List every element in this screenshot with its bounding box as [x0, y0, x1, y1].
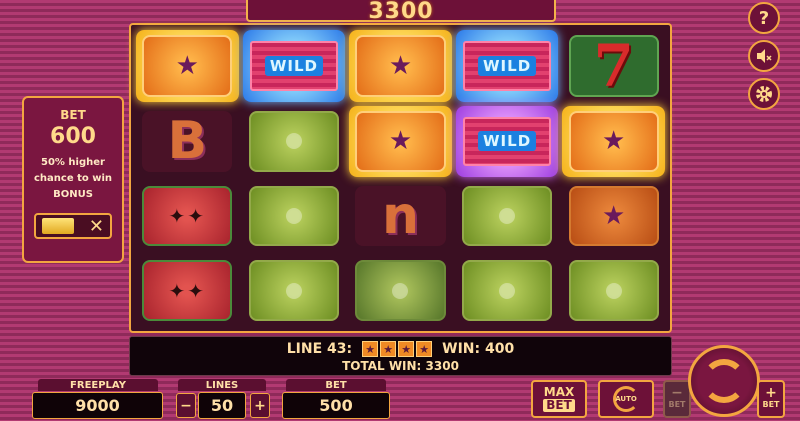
lines-decrease-button[interactable]: − [176, 393, 196, 418]
bet-minus-label: BET [668, 400, 686, 409]
reel-cell: ✦✦ [136, 181, 239, 252]
lines-label: LINES [178, 379, 266, 391]
star-fruit-icon: ★ [388, 51, 413, 81]
reel-cell: WILD [455, 30, 559, 102]
reel-cell [243, 181, 346, 252]
lines-increase-button[interactable]: + [250, 393, 270, 418]
bonus-desc-line1: 50% higher [41, 157, 105, 168]
bonus-bet-label: BET [60, 108, 86, 122]
reel-cell: ★ [562, 181, 665, 252]
bonus-bet-value: 600 [50, 124, 96, 149]
help-icon: ? [758, 7, 770, 29]
help-button[interactable]: ? [748, 2, 780, 34]
reel-cell: ★ [349, 106, 452, 177]
autoplay-button[interactable]: AUTO [598, 380, 654, 418]
lime-icon [285, 282, 302, 299]
sound-button[interactable] [748, 40, 780, 72]
bet-increase-button[interactable]: + BET [757, 380, 785, 418]
close-icon: ✕ [88, 215, 104, 237]
star-fruit-icon: ★ [362, 341, 379, 357]
lime-icon [605, 282, 622, 299]
max-bet-line2: BET [543, 399, 575, 412]
total-win-text: TOTAL WIN: 3300 [342, 359, 459, 373]
line-label: LINE 43: [286, 341, 353, 357]
wild-symbol: WILD [264, 55, 323, 76]
reel-cell: ★ [349, 30, 452, 102]
spin-button[interactable] [688, 345, 760, 417]
reel-cell: WILD [455, 106, 559, 177]
wild-symbol: WILD [478, 131, 537, 152]
plus-icon: + [765, 385, 777, 401]
letter-n-symbol: n [381, 185, 419, 246]
letter-b-symbol: B [167, 111, 208, 172]
bonus-bet-description: 50% higher chance to win BONUS [34, 155, 112, 203]
total-win-value: 3300 [368, 0, 434, 24]
kiwi-icon [392, 282, 409, 299]
minus-icon: − [671, 385, 683, 401]
lines-value: 50 [198, 392, 246, 419]
reel-cell: ★ [562, 106, 665, 177]
line-win: WIN: 400 [442, 341, 515, 357]
wild-symbol: WILD [478, 55, 537, 76]
toggle-knob [42, 218, 74, 234]
autoplay-icon: AUTO [613, 386, 639, 412]
reel-cell: ✦✦ [136, 255, 239, 326]
watermelon-icon: ✦✦ [168, 278, 207, 303]
max-bet-button[interactable]: MAX BET [531, 380, 587, 418]
lime-icon [285, 207, 302, 224]
reel-cell [243, 255, 346, 326]
watermelon-icon: ✦✦ [168, 203, 207, 228]
autoplay-label: AUTO [615, 395, 637, 403]
reel-cell: n [349, 181, 452, 252]
bet-label: BET [286, 379, 386, 391]
star-fruit-icon: ★ [398, 341, 415, 357]
star-fruit-icon: ★ [602, 126, 626, 157]
freeplay-label: FREEPLAY [38, 379, 158, 391]
speaker-muted-icon [757, 49, 772, 63]
bonus-desc-line2: chance to win [33, 173, 113, 184]
bet-value: 500 [282, 392, 390, 419]
lime-icon [499, 282, 516, 299]
reel-cell [456, 255, 559, 326]
star-fruit-icon: ★ [388, 126, 413, 157]
star-fruit-icon: ★ [602, 200, 626, 231]
reel-cell: WILD [242, 30, 346, 102]
bet-plus-label: BET [762, 400, 780, 409]
spin-icon [702, 359, 746, 403]
reel-cell: 7 [562, 30, 665, 102]
win-info-bar: LINE 43: ★ ★ ★ ★ WIN: 400 TOTAL WIN: 330… [129, 336, 672, 376]
bet-decrease-button[interactable]: − BET [663, 380, 691, 418]
line-symbols: ★ ★ ★ ★ [362, 341, 433, 357]
total-win-display: 3300 [246, 0, 556, 24]
lime-icon [499, 207, 516, 224]
reel-grid: ★ WILD ★ WILD 7 B ★ WILD ★ ✦✦ n ★ ✦✦ [129, 23, 672, 333]
reel-cell: ★ [136, 30, 239, 102]
bonus-bet-toggle[interactable]: ✕ [34, 213, 112, 239]
freeplay-value: 9000 [32, 392, 163, 419]
star-fruit-icon: ★ [175, 51, 199, 81]
lime-icon [285, 133, 302, 150]
bonus-bet-panel: BET 600 50% higher chance to win BONUS ✕ [22, 96, 124, 263]
star-fruit-icon: ★ [416, 341, 433, 357]
reel-cell [243, 106, 346, 177]
reel-cell: B [136, 106, 239, 177]
reel-cell [562, 255, 665, 326]
gear-icon [756, 86, 772, 102]
reel-cell [349, 255, 452, 326]
seven-symbol: 7 [593, 35, 634, 97]
star-fruit-icon: ★ [380, 341, 397, 357]
reel-cell [456, 181, 559, 252]
settings-button[interactable] [748, 78, 780, 110]
bonus-desc-line3: BONUS [53, 189, 93, 200]
